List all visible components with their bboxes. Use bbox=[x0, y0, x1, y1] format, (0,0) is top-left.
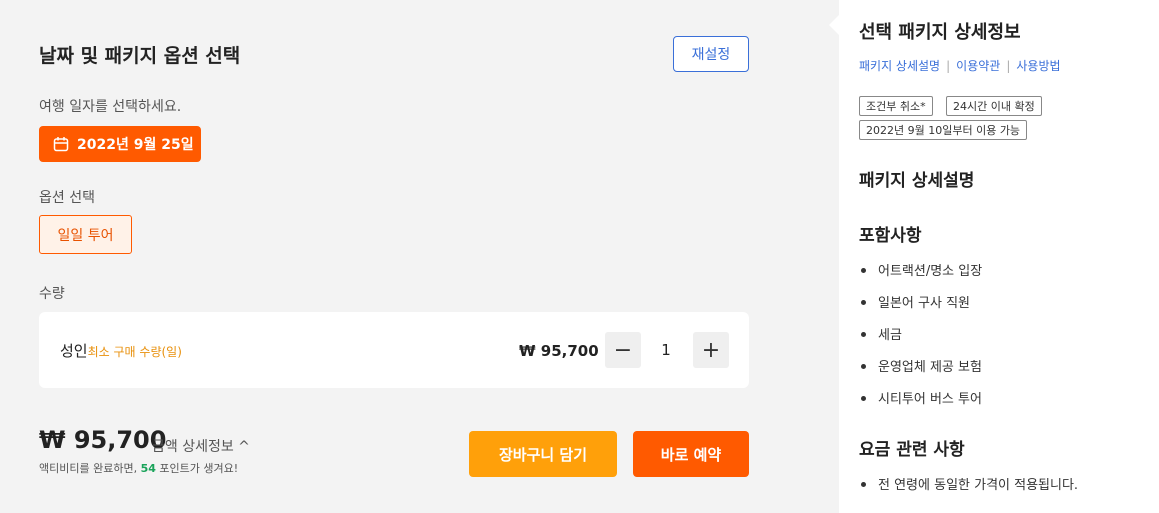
includes-heading: 포함사항 bbox=[859, 226, 922, 246]
include-item: 일본어 구사 직원 bbox=[859, 292, 970, 311]
points-notice: 액티비티를 완료하면, 54 포인트가 생겨요! bbox=[39, 460, 238, 476]
include-item: 운영업체 제공 보험 bbox=[859, 356, 982, 375]
points-prefix: 액티비티를 완료하면, bbox=[39, 462, 141, 475]
link-separator: | bbox=[1006, 59, 1011, 73]
points-suffix: 포인트가 생겨요! bbox=[155, 462, 239, 475]
tag-available-from: 2022년 9월 10일부터 이용 가능 bbox=[859, 120, 1028, 140]
fee-note: 전 연령에 동일한 가격이 적용됩니다. bbox=[859, 474, 1078, 493]
include-item: 어트랙션/명소 입장 bbox=[859, 260, 982, 279]
ticket-price: ₩ 95,700 bbox=[519, 342, 599, 360]
increase-quantity-button[interactable]: + bbox=[693, 332, 729, 368]
total-price: ₩ 95,700 bbox=[39, 426, 167, 454]
detail-panel-wrapper: 선택 패키지 상세정보 패키지 상세설명 | 이용약관 | 사용방법 조건부 취소* 2… bbox=[789, 0, 1159, 513]
date-select-button[interactable]: 2022년 9월 25일 bbox=[39, 126, 201, 162]
calendar-icon bbox=[53, 136, 77, 152]
detail-links: 패키지 상세설명 | 이용약관 | 사용방법 bbox=[859, 57, 1061, 74]
fee-heading: 요금 관련 사항 bbox=[859, 440, 965, 460]
plus-icon: + bbox=[701, 337, 721, 363]
options-panel: 날짜 및 패키지 옵션 선택 재설정 여행 일자를 선택하세요. 2022년 9… bbox=[0, 0, 789, 513]
book-now-button[interactable]: 바로 예약 bbox=[633, 431, 749, 477]
price-detail-toggle[interactable]: 금액 상세정보 ^ bbox=[152, 436, 250, 456]
quantity-value: 1 bbox=[661, 341, 671, 359]
option-label: 옵션 선택 bbox=[39, 190, 95, 206]
link-terms[interactable]: 이용약관 bbox=[956, 59, 1000, 73]
points-value: 54 bbox=[140, 462, 156, 475]
minus-icon: − bbox=[613, 337, 633, 363]
link-separator: | bbox=[946, 59, 951, 73]
link-how-to-use[interactable]: 사용방법 bbox=[1016, 59, 1060, 73]
decrease-quantity-button[interactable]: − bbox=[605, 332, 641, 368]
reset-button[interactable]: 재설정 bbox=[673, 36, 749, 72]
date-prompt: 여행 일자를 선택하세요. bbox=[39, 99, 182, 115]
add-to-cart-button[interactable]: 장바구니 담기 bbox=[469, 431, 617, 477]
description-heading: 패키지 상세설명 bbox=[859, 171, 975, 191]
option-day-tour-button[interactable]: 일일 투어 bbox=[39, 215, 132, 254]
detail-panel: 선택 패키지 상세정보 패키지 상세설명 | 이용약관 | 사용방법 조건부 취소* 2… bbox=[839, 0, 1159, 513]
minimum-purchase-note: 최소 구매 수량(일) bbox=[87, 345, 182, 359]
ticket-type: 성인최소 구매 수량(일) bbox=[60, 340, 182, 361]
quantity-card: 성인최소 구매 수량(일) ₩ 95,700 − 1 + bbox=[39, 312, 749, 388]
include-item: 시티투어 버스 투어 bbox=[859, 388, 982, 407]
tag-conditional-cancel: 조건부 취소* bbox=[859, 96, 933, 116]
include-item: 세금 bbox=[859, 324, 902, 343]
page-title: 날짜 및 패키지 옵션 선택 bbox=[39, 45, 241, 67]
tag-confirmation: 24시간 이내 확정 bbox=[946, 96, 1042, 116]
quantity-label: 수량 bbox=[39, 286, 65, 302]
selected-date: 2022년 9월 25일 bbox=[77, 137, 194, 153]
link-package-description[interactable]: 패키지 상세설명 bbox=[859, 59, 940, 73]
ticket-type-name: 성인 bbox=[60, 342, 88, 360]
detail-title: 선택 패키지 상세정보 bbox=[859, 22, 1021, 43]
